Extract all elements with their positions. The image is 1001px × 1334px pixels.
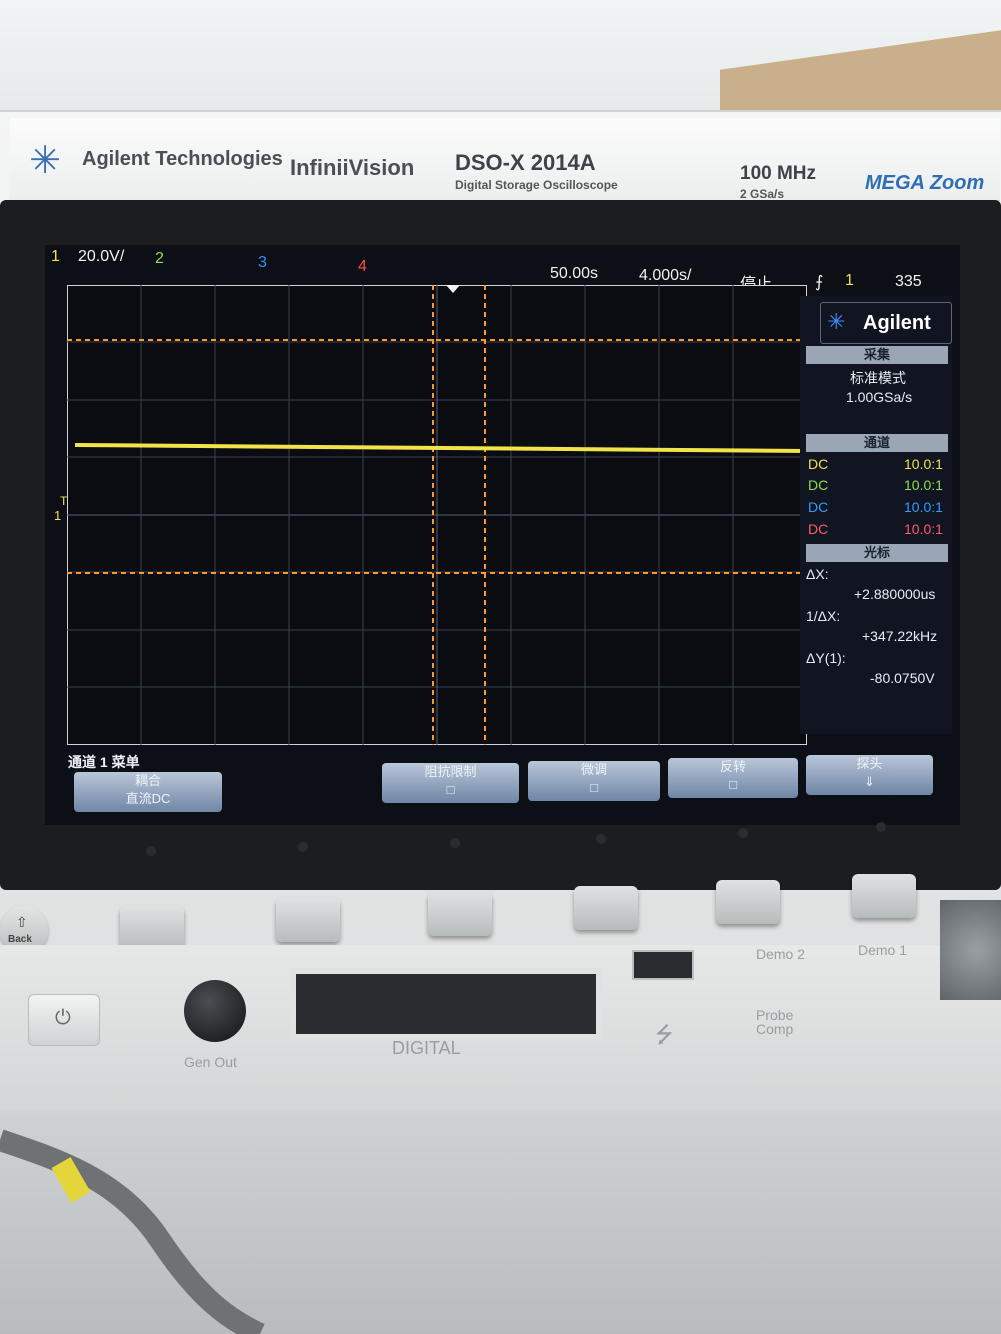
demo1-label: Demo 1 — [858, 942, 908, 958]
acquisition-header: 采集 — [806, 346, 948, 364]
bandwidth-label: 100 MHz — [740, 163, 817, 184]
bezel-dot — [738, 828, 748, 838]
panel-logo-box: ✳ Agilent — [820, 302, 952, 344]
product-name: InfiniiVision — [290, 155, 415, 180]
bezel-dot — [450, 838, 460, 848]
ch2-label: 2 — [155, 250, 164, 267]
model-number: DSO-X 2014A — [455, 150, 596, 175]
ch1-scale: 20.0V/ — [78, 248, 125, 265]
trigger-level-marker: T — [60, 494, 68, 508]
time-scale: 4.000s/ — [639, 267, 692, 284]
inverse-delta-x-label: 1/ΔX: — [806, 608, 841, 624]
gen-out-label: Gen Out — [184, 1054, 237, 1070]
ch2-probe: 10.0:1 — [904, 477, 943, 493]
ch3-coupling: DC — [808, 499, 829, 515]
bezel-dot — [876, 822, 886, 832]
delta-y-value: -80.0750V — [870, 670, 935, 686]
delta-x-value: +2.880000us — [854, 586, 936, 602]
back-label: Back — [8, 934, 32, 945]
trigger-source: 1 — [845, 272, 854, 289]
status-bar: 1 20.0V/ 2 3 4 50.00s 4.000s/ 停止 ⨍ 1 335 — [45, 246, 960, 293]
ch1-coupling: DC — [808, 456, 829, 472]
softkey-fine-bottom: □ — [590, 780, 598, 795]
hardware-softkey-2[interactable] — [276, 898, 340, 942]
demo2-label: Demo 2 — [756, 946, 806, 962]
power-button[interactable]: ⏻ — [28, 994, 100, 1046]
bnc-connector — [940, 900, 1001, 1000]
ch1-ground-marker: 1 — [54, 508, 62, 523]
hardware-softkey-6[interactable] — [852, 874, 916, 918]
softkey-coupling-bottom: 直流DC — [125, 791, 171, 806]
hardware-softkey-4[interactable] — [574, 886, 638, 930]
bezel-dot — [146, 846, 156, 856]
ch2-coupling: DC — [808, 477, 829, 493]
ch4-label: 4 — [358, 258, 367, 275]
time-position: 50.00s — [550, 265, 599, 282]
ch1-probe: 10.0:1 — [904, 456, 943, 472]
gen-out-connector — [184, 980, 246, 1042]
digital-connector — [290, 968, 602, 1040]
ch3-label: 3 — [258, 254, 267, 271]
softkey-invert[interactable]: 反转 □ — [668, 758, 798, 798]
softkey-fine[interactable]: 微调 □ — [528, 761, 660, 801]
softkey-impedance-bottom: □ — [446, 782, 455, 797]
softkey-probe-bottom: ⇓ — [864, 774, 875, 789]
probe-cable-path — [0, 1129, 265, 1334]
softkey-invert-top: 反转 — [719, 759, 746, 774]
softkey-invert-bottom: □ — [729, 777, 737, 792]
ch3-probe: 10.0:1 — [904, 499, 943, 515]
bezel-dot — [298, 842, 308, 852]
inverse-delta-x-value: +347.22kHz — [862, 628, 938, 644]
megazoom-logo: MEGA Zoom — [865, 172, 985, 194]
softkey-coupling-top: 耦合 — [134, 773, 161, 788]
brand-name: Agilent Technologies — [82, 148, 283, 170]
trigger-level: 335 — [895, 273, 922, 290]
hardware-softkey-5[interactable] — [716, 880, 780, 924]
model-subtitle: Digital Storage Oscilloscope — [455, 178, 618, 192]
menu-title: 通道 1 菜单 — [68, 754, 140, 770]
bezel-dot — [596, 834, 606, 844]
power-icon: ⏻ — [55, 1007, 71, 1029]
probe-cable — [0, 1129, 265, 1334]
ch4-coupling: DC — [808, 521, 829, 537]
softkey-fine-top: 微调 — [580, 762, 607, 777]
usb-icon: ⭍ — [655, 1022, 674, 1047]
cursors-header: 光标 — [806, 544, 948, 562]
trigger-edge-icon: ⨍ — [815, 274, 824, 291]
info-panel: ✳ Agilent 采集 标准模式 1.00GSa/s 通道 DC 10.0:1… — [800, 296, 952, 734]
ch1-label: 1 — [51, 248, 60, 265]
ch4-probe: 10.0:1 — [904, 521, 943, 537]
digital-label: DIGITAL — [392, 1038, 461, 1058]
panel-brand: Agilent — [863, 312, 931, 334]
acquisition-mode: 标准模式 — [850, 370, 906, 386]
hardware-softkey-3[interactable] — [428, 892, 492, 936]
acquisition-rate: 1.00GSa/s — [846, 389, 913, 405]
delta-y-label: ΔY(1): — [806, 650, 846, 666]
back-arrow-icon: ⇧ — [16, 914, 28, 930]
softkey-probe[interactable]: 探头 ⇓ — [806, 755, 933, 795]
delta-x-label: ΔX: — [806, 566, 829, 582]
softkey-probe-top: 探头 — [856, 756, 883, 771]
usb-port[interactable] — [632, 950, 694, 980]
waveform-graticule — [67, 285, 807, 745]
channels-header: 通道 — [806, 434, 948, 452]
softkey-impedance-top: 阻抗限制 — [424, 764, 477, 779]
agilent-logo-icon: ✳ — [29, 140, 61, 182]
softkey-impedance[interactable]: 阻抗限制 □ — [382, 763, 519, 803]
hardware-softkey-1[interactable] — [120, 906, 184, 950]
agilent-star-icon: ✳ — [827, 309, 846, 334]
softkey-coupling[interactable]: 耦合 直流DC — [74, 772, 222, 812]
probe-comp-label: Probe Comp — [756, 1007, 794, 1037]
sample-rate-label: 2 GSa/s — [740, 187, 785, 201]
